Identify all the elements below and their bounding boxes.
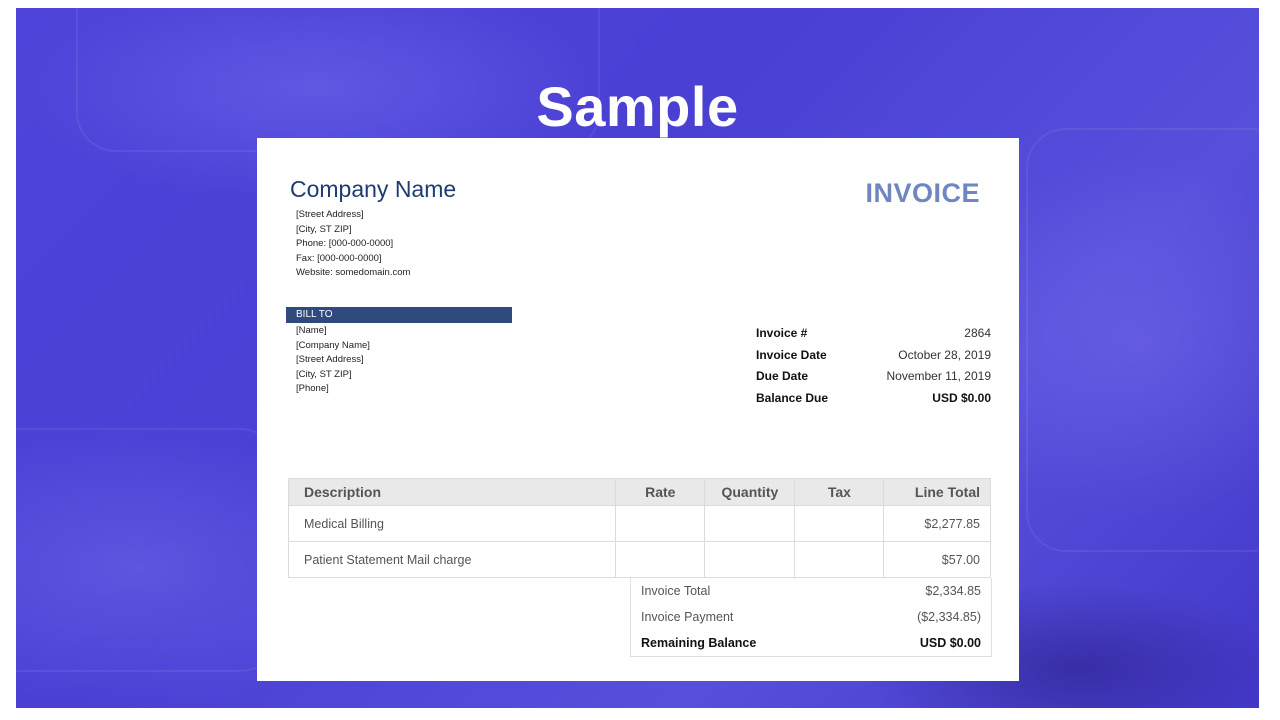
total-label: Invoice Total (641, 584, 711, 598)
total-row: Remaining Balance USD $0.00 (631, 630, 991, 656)
item-tax (794, 541, 885, 578)
invoice-meta: Invoice # 2864 Invoice Date October 28, … (756, 323, 991, 409)
item-quantity (704, 505, 796, 542)
item-tax (794, 505, 885, 542)
meta-row: Invoice # 2864 (756, 323, 991, 345)
bill-to-line: [City, ST ZIP] (296, 368, 352, 380)
item-quantity (704, 541, 796, 578)
bill-to-line: [Name] (296, 325, 327, 336)
invoice-payment-value: ($2,334.85) (917, 610, 981, 624)
invoice-document: Company Name [Street Address] [City, ST … (257, 138, 1019, 681)
total-row: Invoice Payment ($2,334.85) (631, 604, 991, 630)
meta-row: Balance Due USD $0.00 (756, 388, 991, 410)
total-label: Remaining Balance (641, 636, 757, 650)
invoice-title: INVOICE (865, 178, 980, 208)
background-decoration (1026, 128, 1259, 552)
address-line: Fax: [000-000-0000] (296, 252, 382, 264)
address-line: [Street Address] (296, 209, 364, 220)
balance-due-value: USD $0.00 (932, 390, 991, 405)
column-header: Quantity (704, 478, 796, 506)
presentation-slide: Sample Company Name [Street Address] [Ci… (16, 8, 1259, 708)
column-header: Description (287, 478, 617, 506)
meta-label: Balance Due (756, 390, 829, 405)
bill-to-line: [Company Name] (296, 339, 370, 351)
line-items-table: Description Rate Quantity Tax Line Total… (287, 478, 991, 578)
invoice-number-value: 2864 (964, 326, 991, 340)
item-description: Patient Statement Mail charge (287, 541, 617, 578)
table-row: Patient Statement Mail charge $57.00 (287, 541, 991, 578)
invoice-total-value: $2,334.85 (925, 584, 981, 598)
total-label: Invoice Payment (641, 610, 734, 624)
slide-headline: Sample (536, 75, 739, 138)
table-header-row: Description Rate Quantity Tax Line Total (287, 478, 991, 506)
background-decoration (16, 428, 280, 672)
invoice-date-value: October 28, 2019 (898, 347, 991, 362)
meta-label: Due Date (756, 369, 809, 383)
bill-to-header: BILL TO (286, 307, 512, 323)
column-header: Tax (794, 478, 885, 506)
item-description: Medical Billing (287, 505, 617, 542)
remaining-balance-value: USD $0.00 (919, 636, 981, 650)
item-line-total: $2,277.85 (883, 505, 991, 542)
company-name: Company Name (290, 176, 457, 202)
column-header: Line Total (883, 478, 991, 506)
company-address: [Street Address] [City, ST ZIP] Phone: [… (296, 208, 410, 281)
total-row: Invoice Total $2,334.85 (631, 578, 991, 604)
meta-label: Invoice # (756, 326, 808, 340)
item-line-total: $57.00 (883, 541, 991, 578)
meta-label: Invoice Date (756, 347, 827, 362)
item-rate (615, 505, 706, 542)
table-row: Medical Billing $2,277.85 (287, 505, 991, 542)
address-line: [City, ST ZIP] (296, 223, 352, 235)
bill-to-address: [Name] [Company Name] [Street Address] [… (296, 324, 370, 397)
bill-to-line: [Street Address] (296, 354, 364, 365)
due-date-value: November 11, 2019 (886, 369, 991, 383)
address-line: Website: somedomain.com (296, 267, 411, 278)
column-header: Rate (615, 478, 706, 506)
item-rate (615, 541, 706, 578)
address-line: Phone: [000-000-0000] (296, 238, 394, 249)
totals-summary: Invoice Total $2,334.85 Invoice Payment … (630, 578, 992, 657)
meta-row: Due Date November 11, 2019 (756, 366, 991, 388)
meta-row: Invoice Date October 28, 2019 (756, 345, 991, 367)
bill-to-line: [Phone] (296, 383, 329, 394)
